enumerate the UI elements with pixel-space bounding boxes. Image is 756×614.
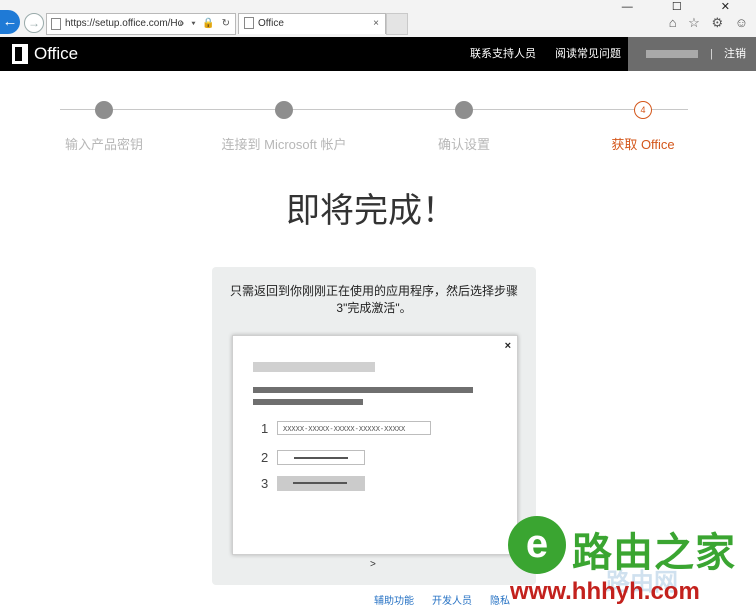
address-tools-icons[interactable]: ⌕ ▾ 🔒 ↻ — [179, 14, 232, 34]
watermark: e 路由之家 路由网 www.hhhyh.com — [498, 510, 756, 614]
address-bar[interactable]: https://setup.office.com/Ho ⌕ ▾ 🔒 ↻ — [46, 13, 236, 35]
step-number-2: 2 — [261, 450, 269, 465]
window-controls[interactable]: — ☐ ✕ — [622, 0, 748, 13]
tab-title: Office — [258, 18, 284, 29]
forward-arrow-icon[interactable]: → — [24, 13, 44, 33]
user-name-redacted[interactable] — [646, 50, 698, 58]
instruction-panel: 只需返回到你刚刚正在使用的应用程序，然后选择步骤 3"完成激活"。 × 1 XX… — [212, 267, 536, 585]
page-title: 即将完成！ — [286, 192, 456, 230]
tab-close-icon[interactable]: × — [373, 14, 379, 34]
new-tab-button[interactable] — [386, 13, 408, 35]
activation-dialog-illustration: × 1 XXXXX-XXXXX-XXXXX-XXXXX-XXXXX 2 3 — [232, 335, 518, 555]
step-1-dot — [95, 101, 113, 119]
office-logo[interactable]: Office — [12, 42, 78, 66]
step-number-3: 3 — [261, 476, 269, 491]
faq-link[interactable]: 阅读常见问题 — [555, 37, 621, 71]
placeholder-text-bar-short — [253, 399, 363, 405]
accessibility-link[interactable]: 辅助功能 — [374, 592, 414, 607]
signout-link[interactable]: 注销 — [724, 37, 746, 71]
back-arrow-icon[interactable]: ← — [0, 10, 20, 34]
step-4-label: 获取 Office — [611, 137, 675, 152]
office-logo-icon — [12, 44, 28, 64]
product-key-field-illustration: XXXXX-XXXXX-XXXXX-XXXXX-XXXXX — [277, 421, 431, 435]
progress-track — [60, 109, 688, 110]
step-1-label: 输入产品密钥 — [64, 137, 144, 152]
step-number-1: 1 — [261, 421, 269, 436]
office-logo-text: Office — [34, 44, 79, 63]
contact-support-link[interactable]: 联系支持人员 — [470, 37, 536, 71]
button-illustration-2 — [277, 450, 365, 465]
developers-link[interactable]: 开发人员 — [432, 592, 472, 607]
browser-chrome: ← → https://setup.office.com/Ho ⌕ ▾ 🔒 ↻ … — [0, 0, 756, 38]
office-header: Office 联系支持人员 阅读常见问题 | 注销 — [0, 37, 756, 71]
user-area: | 注销 — [628, 37, 756, 71]
placeholder-heading-bar — [253, 362, 375, 372]
browser-tab[interactable]: Office × — [238, 13, 386, 34]
watermark-logo-icon: e — [508, 516, 566, 574]
step-3-label: 确认设置 — [437, 137, 491, 152]
toolbar-icons[interactable]: ⌂ ☆ ⚙ ☺ — [669, 15, 752, 31]
step-2-label: 连接到 Microsoft 帐户 — [221, 137, 347, 152]
watermark-url: www.hhhyh.com — [510, 578, 700, 605]
placeholder-text-bar — [253, 387, 473, 393]
button-illustration-3 — [277, 476, 365, 491]
instruction-text: 只需返回到你刚刚正在使用的应用程序，然后选择步骤 3"完成激活"。 — [229, 284, 518, 315]
next-arrow-icon[interactable]: > — [370, 559, 376, 570]
step-4-current: 4 — [634, 101, 652, 119]
step-2-dot — [275, 101, 293, 119]
step-3-dot — [455, 101, 473, 119]
user-separator: | — [710, 48, 713, 60]
address-url[interactable]: https://setup.office.com/Ho — [65, 18, 183, 29]
close-icon: × — [504, 340, 511, 352]
tab-page-icon — [244, 17, 254, 30]
page-icon — [51, 18, 61, 30]
